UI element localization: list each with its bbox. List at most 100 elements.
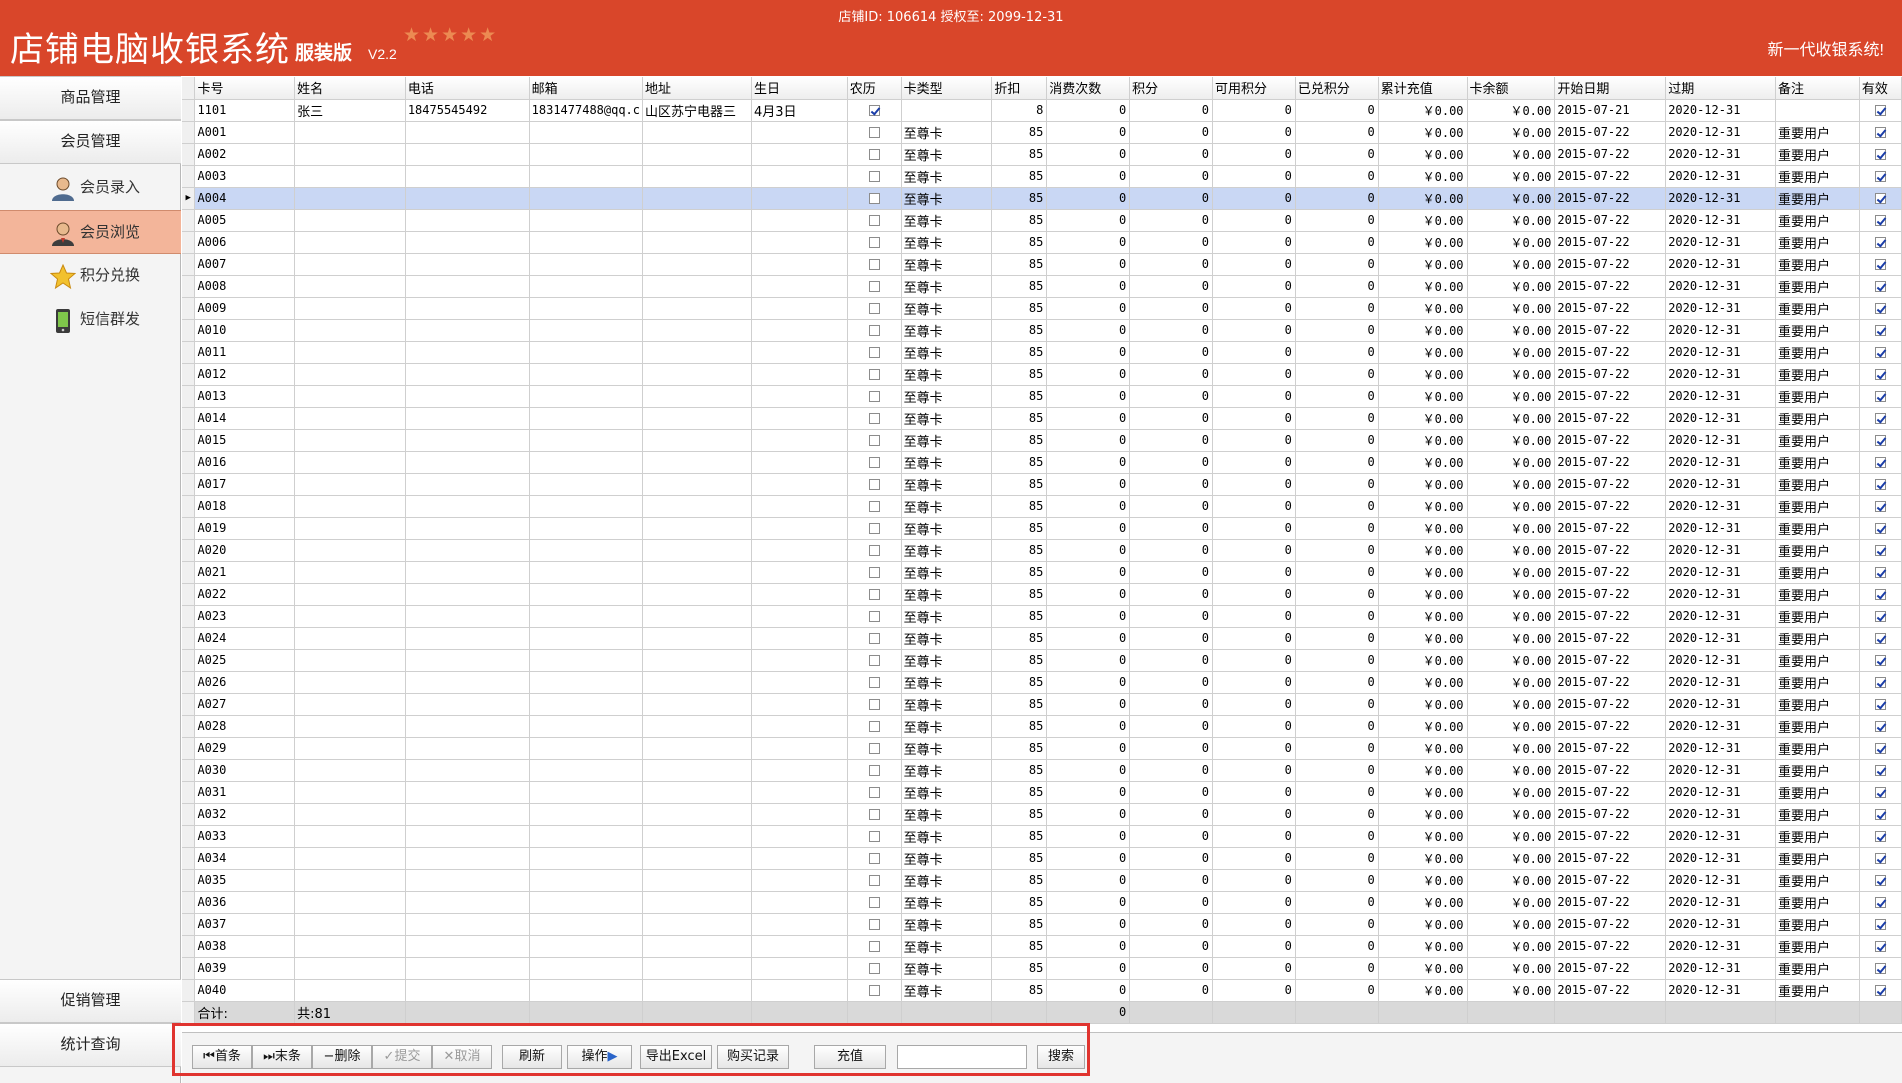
redeemed-points-cell[interactable]: 0 (1295, 209, 1379, 232)
card-number-cell[interactable]: A028 (194, 715, 296, 738)
phone-cell[interactable] (405, 539, 530, 562)
email-cell[interactable] (529, 385, 644, 408)
available-points-cell[interactable]: 0 (1212, 231, 1296, 254)
checkbox-checked-icon[interactable] (1874, 787, 1886, 798)
start-date-cell[interactable]: 2015-07-22 (1554, 891, 1667, 914)
card-number-cell[interactable]: A029 (194, 737, 296, 760)
address-cell[interactable] (642, 957, 752, 980)
discount-cell[interactable]: 85 (991, 737, 1048, 760)
balance-cell[interactable]: ￥0.00 (1467, 451, 1556, 474)
total-recharge-cell[interactable]: ￥0.00 (1378, 451, 1468, 474)
card-number-cell[interactable]: A024 (194, 627, 296, 650)
lunar-cell[interactable] (847, 165, 902, 188)
discount-cell[interactable]: 85 (991, 143, 1048, 166)
available-points-cell[interactable]: 0 (1212, 759, 1296, 782)
lunar-cell[interactable] (847, 517, 902, 540)
balance-cell[interactable]: ￥0.00 (1467, 649, 1556, 672)
card-number-cell[interactable]: A022 (194, 583, 296, 606)
balance-cell[interactable]: ￥0.00 (1467, 891, 1556, 914)
expire-date-cell[interactable]: 2020-12-31 (1665, 825, 1777, 848)
birthday-cell[interactable] (751, 561, 848, 584)
email-cell[interactable] (529, 737, 644, 760)
note-cell[interactable]: 重要用户 (1775, 341, 1860, 364)
email-cell[interactable] (529, 517, 644, 540)
expire-date-cell[interactable]: 2020-12-31 (1665, 99, 1777, 122)
address-cell[interactable] (642, 605, 752, 628)
available-points-cell[interactable]: 0 (1212, 473, 1296, 496)
start-date-cell[interactable]: 2015-07-22 (1554, 671, 1667, 694)
balance-cell[interactable]: ￥0.00 (1467, 429, 1556, 452)
card-type-cell[interactable]: 至尊卡 (901, 913, 993, 936)
row-header[interactable] (182, 231, 196, 254)
points-cell[interactable]: 0 (1129, 385, 1213, 408)
row-header[interactable] (182, 649, 196, 672)
email-cell[interactable] (529, 583, 644, 606)
table-row[interactable]: A030 至尊卡 85 0 0 0 0 ￥0.00 ￥0.00 2015-07-22 2020-12… (182, 759, 1902, 782)
checkbox-checked-icon[interactable] (1874, 171, 1886, 182)
lunar-cell[interactable] (847, 187, 902, 210)
note-cell[interactable]: 重要用户 (1775, 847, 1860, 870)
card-type-cell[interactable]: 至尊卡 (901, 935, 993, 958)
name-cell[interactable] (294, 627, 406, 650)
total-recharge-cell[interactable]: ￥0.00 (1378, 275, 1468, 298)
table-row[interactable]: A014 至尊卡 85 0 0 0 0 ￥0.00 ￥0.00 2015-07-22 2020-12… (182, 407, 1902, 430)
total-recharge-cell[interactable]: ￥0.00 (1378, 869, 1468, 892)
valid-cell[interactable] (1859, 561, 1902, 584)
total-recharge-cell[interactable]: ￥0.00 (1378, 649, 1468, 672)
redeemed-points-cell[interactable]: 0 (1295, 891, 1379, 914)
valid-cell[interactable] (1859, 913, 1902, 936)
discount-cell[interactable]: 85 (991, 957, 1048, 980)
discount-cell[interactable]: 85 (991, 473, 1048, 496)
available-points-cell[interactable]: 0 (1212, 407, 1296, 430)
address-cell[interactable] (642, 429, 752, 452)
table-row[interactable]: A006 至尊卡 85 0 0 0 0 ￥0.00 ￥0.00 2015-07-22 2020-12… (182, 231, 1902, 254)
note-cell[interactable]: 重要用户 (1775, 121, 1860, 144)
phone-cell[interactable] (405, 451, 530, 474)
lunar-cell[interactable] (847, 583, 902, 606)
note-cell[interactable]: 重要用户 (1775, 187, 1860, 210)
email-cell[interactable] (529, 605, 644, 628)
lunar-cell[interactable] (847, 297, 902, 320)
lunar-cell[interactable] (847, 143, 902, 166)
start-date-cell[interactable]: 2015-07-22 (1554, 385, 1667, 408)
table-row[interactable]: ▶ A004 至尊卡 85 0 0 0 0 ￥0.00 ￥0.00 2015-07-22 2020-1… (182, 187, 1902, 210)
address-cell[interactable] (642, 891, 752, 914)
available-points-cell[interactable]: 0 (1212, 385, 1296, 408)
start-date-cell[interactable]: 2015-07-22 (1554, 121, 1667, 144)
lunar-cell[interactable] (847, 869, 902, 892)
expire-date-cell[interactable]: 2020-12-31 (1665, 913, 1777, 936)
checkbox-checked-icon[interactable] (1874, 523, 1886, 534)
column-header[interactable]: 已兑积分 (1295, 77, 1379, 100)
available-points-cell[interactable]: 0 (1212, 825, 1296, 848)
table-row[interactable]: A003 至尊卡 85 0 0 0 0 ￥0.00 ￥0.00 2015-07-22 2020-12… (182, 165, 1902, 188)
expire-date-cell[interactable]: 2020-12-31 (1665, 341, 1777, 364)
total-recharge-cell[interactable]: ￥0.00 (1378, 781, 1468, 804)
birthday-cell[interactable] (751, 847, 848, 870)
points-cell[interactable]: 0 (1129, 759, 1213, 782)
discount-cell[interactable]: 85 (991, 451, 1048, 474)
redeemed-points-cell[interactable]: 0 (1295, 803, 1379, 826)
email-cell[interactable] (529, 847, 644, 870)
birthday-cell[interactable] (751, 737, 848, 760)
email-cell[interactable] (529, 649, 644, 672)
balance-cell[interactable]: ￥0.00 (1467, 121, 1556, 144)
consume-count-cell[interactable]: 0 (1046, 121, 1131, 144)
consume-count-cell[interactable]: 0 (1046, 803, 1131, 826)
table-row[interactable]: A015 至尊卡 85 0 0 0 0 ￥0.00 ￥0.00 2015-07-22 2020-12… (182, 429, 1902, 452)
table-row[interactable]: A029 至尊卡 85 0 0 0 0 ￥0.00 ￥0.00 2015-07-22 2020-12… (182, 737, 1902, 760)
available-points-cell[interactable]: 0 (1212, 913, 1296, 936)
email-cell[interactable] (529, 759, 644, 782)
address-cell[interactable]: 山区苏宁电器三 (642, 99, 752, 122)
note-cell[interactable]: 重要用户 (1775, 649, 1860, 672)
note-cell[interactable]: 重要用户 (1775, 143, 1860, 166)
card-number-cell[interactable]: A025 (194, 649, 296, 672)
birthday-cell[interactable] (751, 385, 848, 408)
name-cell[interactable] (294, 121, 406, 144)
card-number-cell[interactable]: A037 (194, 913, 296, 936)
column-header[interactable]: 电话 (405, 77, 530, 100)
checkbox-checked-icon[interactable] (1874, 743, 1886, 754)
available-points-cell[interactable]: 0 (1212, 451, 1296, 474)
balance-cell[interactable]: ￥0.00 (1467, 517, 1556, 540)
valid-cell[interactable] (1859, 737, 1902, 760)
table-row[interactable]: A032 至尊卡 85 0 0 0 0 ￥0.00 ￥0.00 2015-07-22 2020-12… (182, 803, 1902, 826)
